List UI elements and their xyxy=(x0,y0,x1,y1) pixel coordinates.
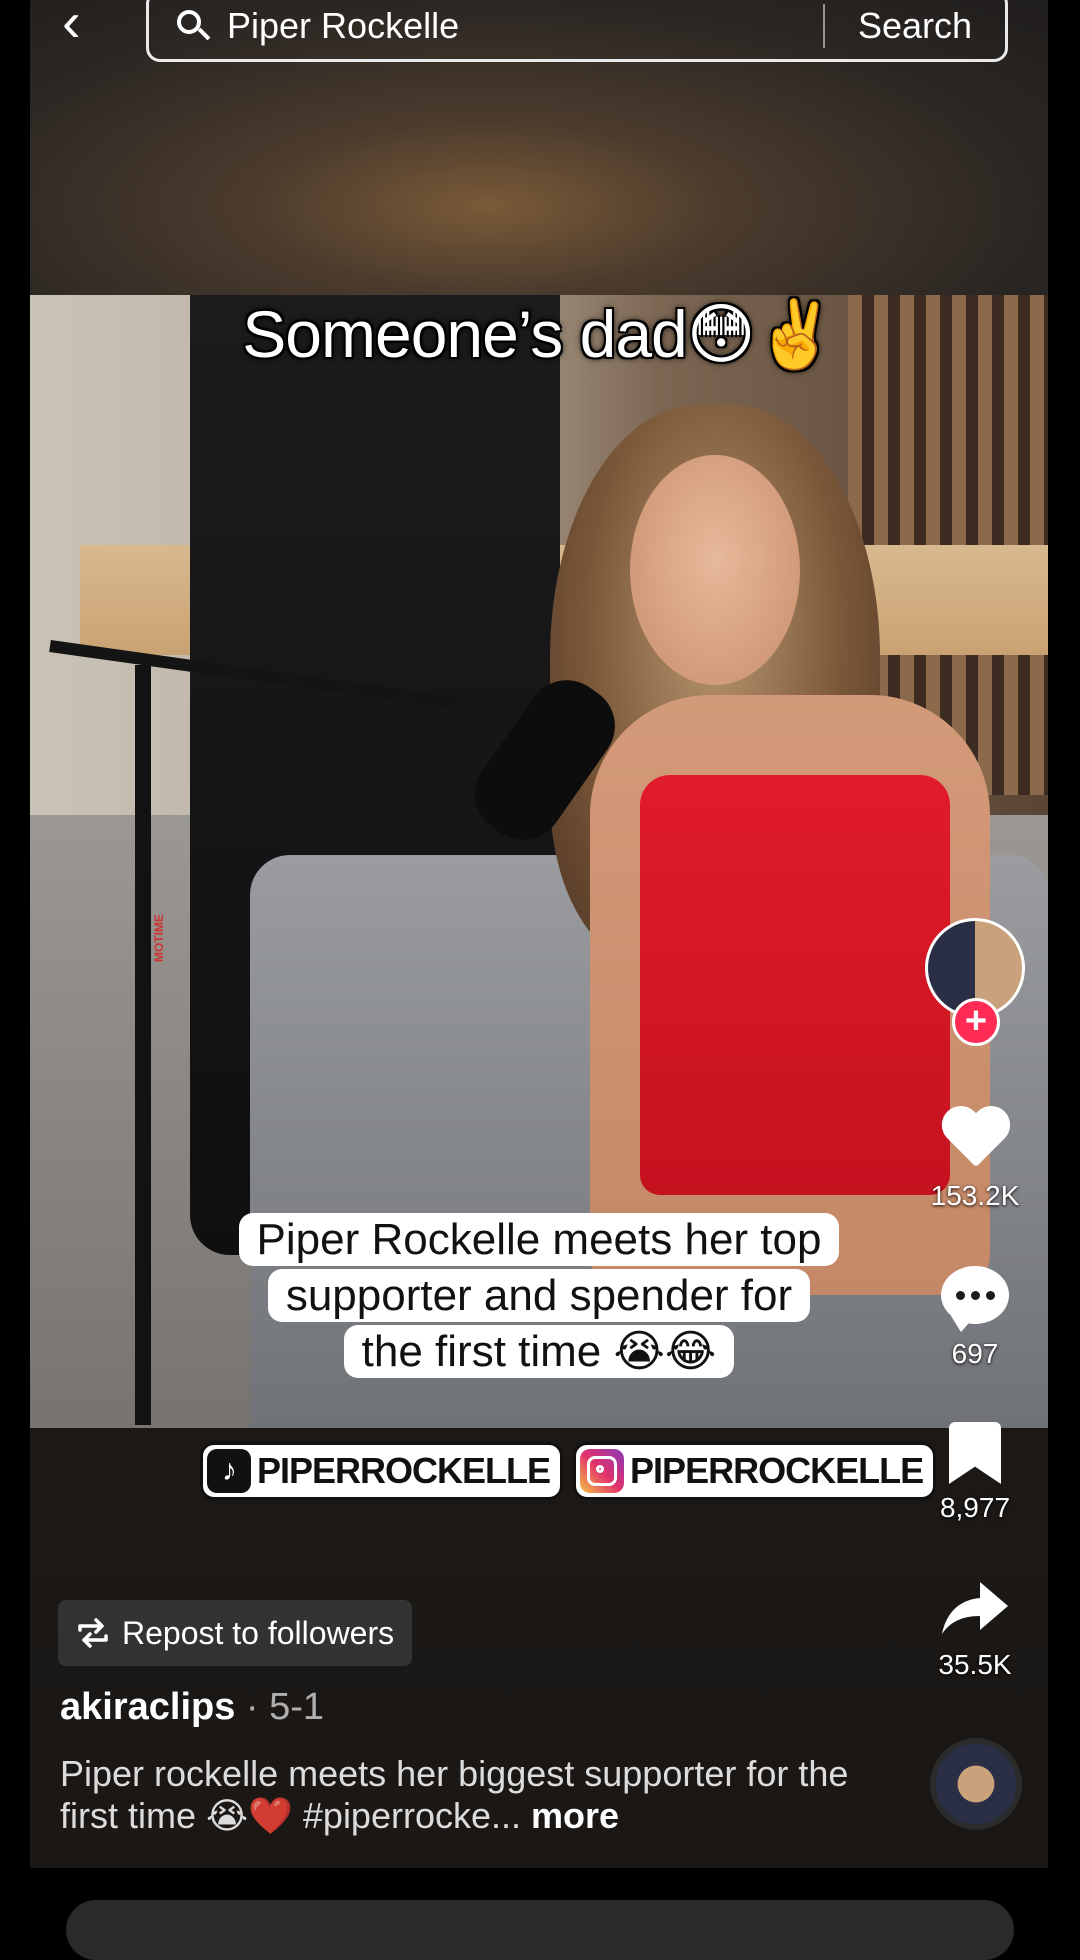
instagram-handle-text: PIPERROCKELLE xyxy=(630,1450,924,1491)
comment-button[interactable]: 697 xyxy=(920,1266,1030,1370)
instagram-logo-icon xyxy=(580,1449,625,1493)
search-input[interactable]: Piper Rockelle xyxy=(227,5,823,47)
search-icon xyxy=(177,10,209,42)
comment-icon xyxy=(941,1266,1009,1332)
comment-count: 697 xyxy=(951,1338,999,1369)
share-button[interactable]: 35.5K xyxy=(920,1578,1030,1681)
video-feed-item[interactable]: MOTIME Someone’s dad😳✌️ Piper Rockelle m… xyxy=(30,0,1048,1868)
post-author[interactable]: akiraclips · 5-1 xyxy=(60,1686,324,1729)
subtitle-line-2: supporter and spender for xyxy=(267,1269,811,1322)
more-link[interactable]: more xyxy=(521,1795,619,1836)
repost-label: Repost to followers xyxy=(122,1614,395,1651)
instagram-handle: PIPERROCKELLE xyxy=(573,1442,937,1500)
video-red-dress xyxy=(640,775,950,1195)
bookmark-icon xyxy=(949,1422,1001,1484)
subtitle-line-1: Piper Rockelle meets her top xyxy=(238,1213,840,1266)
description-text: Piper rockelle meets her biggest support… xyxy=(60,1753,849,1836)
like-button[interactable]: 153.2K xyxy=(920,1108,1030,1212)
video-subtitle: Piper Rockelle meets her top supporter a… xyxy=(30,1212,1048,1380)
save-button[interactable]: 8,977 xyxy=(920,1422,1030,1524)
video-woman-face xyxy=(630,455,800,685)
music-disc-icon[interactable] xyxy=(930,1738,1022,1830)
post-description[interactable]: Piper rockelle meets her biggest support… xyxy=(60,1753,880,1837)
video-top-caption: Someone’s dad😳✌️ xyxy=(242,297,836,371)
subtitle-line-3: the first time 😭😂 xyxy=(343,1325,735,1378)
post-date: · 5-1 xyxy=(235,1686,325,1728)
stand-text: MOTIME xyxy=(152,914,166,962)
repost-icon xyxy=(78,1618,108,1648)
tiktok-logo-icon: ♪ xyxy=(207,1449,251,1493)
tiktok-handle-text: PIPERROCKELLE xyxy=(257,1450,551,1491)
share-icon xyxy=(942,1582,1008,1634)
search-button[interactable]: Search xyxy=(825,5,1005,47)
heart-icon xyxy=(939,1108,1011,1172)
video-handles: ♪ PIPERROCKELLE PIPERROCKELLE xyxy=(200,1442,937,1500)
like-count: 153.2K xyxy=(930,1180,1020,1211)
author-name[interactable]: akiraclips xyxy=(60,1686,235,1728)
bottom-input-bar[interactable] xyxy=(66,1900,1014,1960)
tiktok-handle: ♪ PIPERROCKELLE xyxy=(200,1442,564,1500)
repost-button[interactable]: Repost to followers xyxy=(58,1600,413,1666)
share-count: 35.5K xyxy=(938,1649,1012,1680)
save-count: 8,977 xyxy=(939,1492,1011,1523)
follow-button[interactable]: + xyxy=(952,998,1000,1046)
search-bar[interactable]: Piper Rockelle Search xyxy=(146,0,1008,62)
back-icon[interactable]: ‹ xyxy=(62,0,81,50)
